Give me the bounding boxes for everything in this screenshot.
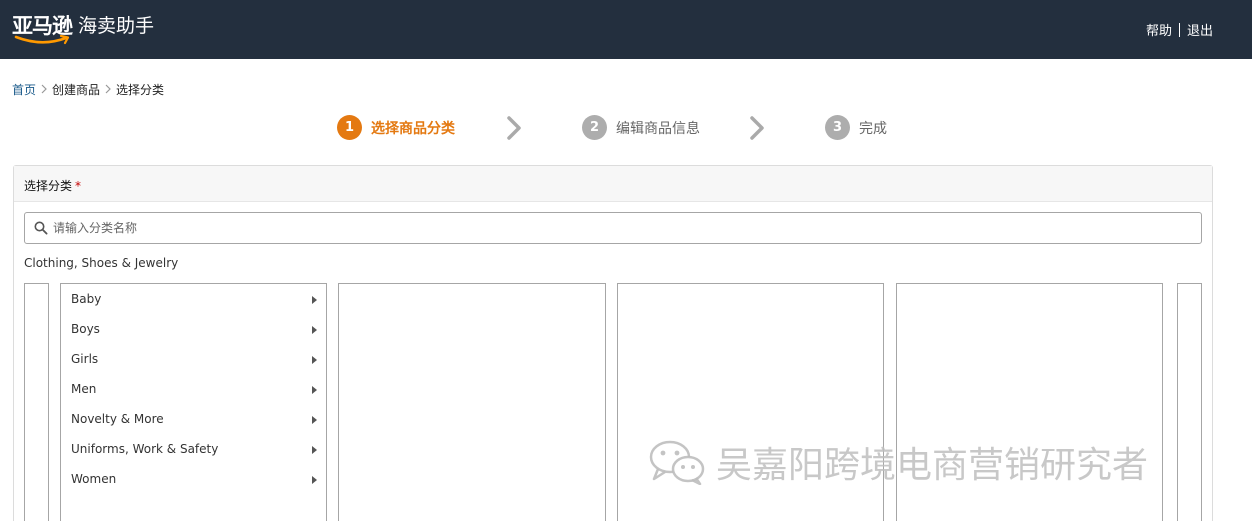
category-item-boys[interactable]: Boys: [61, 317, 326, 347]
breadcrumb-home[interactable]: 首页: [12, 81, 36, 98]
panel-title: 选择分类: [24, 179, 73, 193]
breadcrumb-create-product[interactable]: 创建商品: [52, 81, 100, 98]
category-column-left-stub[interactable]: [24, 283, 49, 521]
wechat-icon: [649, 440, 705, 485]
required-mark: *: [75, 179, 82, 193]
category-item-girls[interactable]: Girls: [61, 347, 326, 377]
selected-category-path: Clothing, Shoes & Jewelry: [24, 256, 179, 270]
step-edit-info: 2 编辑商品信息: [582, 115, 700, 140]
panel-header: 选择分类 *: [14, 166, 1212, 202]
category-label: Baby: [71, 292, 102, 306]
category-item-uniforms[interactable]: Uniforms, Work & Safety: [61, 437, 326, 467]
step-complete: 3 完成: [825, 115, 887, 140]
breadcrumb: 首页 创建商品 选择分类: [12, 81, 164, 98]
top-links: 帮助 退出: [1146, 20, 1213, 39]
category-item-baby[interactable]: Baby: [61, 287, 326, 317]
step-select-category: 1 选择商品分类: [337, 115, 455, 140]
caret-right-icon: [312, 356, 317, 364]
link-divider: [1178, 22, 1180, 37]
category-search[interactable]: [24, 212, 1202, 244]
chevron-right-icon: [507, 116, 521, 140]
category-item-women[interactable]: Women: [61, 467, 326, 497]
category-column-1[interactable]: Baby Boys Girls Men Novelty & More Unifo…: [60, 283, 327, 521]
top-navbar: 亚马逊 海卖助手 帮助 退出: [0, 0, 1252, 59]
category-item-novelty[interactable]: Novelty & More: [61, 407, 326, 437]
wizard-steps: 1 选择商品分类 2 编辑商品信息 3 完成: [0, 113, 1252, 141]
category-label: Girls: [71, 352, 99, 366]
category-label: Men: [71, 382, 97, 396]
category-column-right-stub[interactable]: [1177, 283, 1202, 521]
caret-right-icon: [312, 416, 317, 424]
category-label: Boys: [71, 322, 100, 336]
watermark: 吴嘉阳跨境电商营销研究者: [648, 436, 1148, 488]
watermark-text: 吴嘉阳跨境电商营销研究者: [716, 445, 1149, 486]
caret-right-icon: [312, 326, 317, 334]
category-label: Uniforms, Work & Safety: [71, 442, 219, 456]
caret-right-icon: [312, 446, 317, 454]
category-label: Novelty & More: [71, 412, 164, 426]
chevron-right-icon: [750, 116, 764, 140]
step-number: 2: [582, 115, 607, 140]
logout-link[interactable]: 退出: [1187, 20, 1213, 39]
search-icon: [34, 221, 48, 235]
help-link[interactable]: 帮助: [1146, 20, 1172, 39]
step-label: 选择商品分类: [371, 120, 455, 137]
caret-right-icon: [312, 296, 317, 304]
chevron-right-icon: [100, 83, 116, 97]
search-input[interactable]: [53, 213, 1193, 243]
step-number: 1: [337, 115, 362, 140]
step-number: 3: [825, 115, 850, 140]
caret-right-icon: [312, 386, 317, 394]
amazon-smile-icon: [14, 34, 70, 45]
breadcrumb-select-category: 选择分类: [116, 83, 165, 97]
caret-right-icon: [312, 476, 317, 484]
category-label: Women: [71, 472, 117, 486]
category-list: Baby Boys Girls Men Novelty & More Unifo…: [61, 284, 326, 497]
logo-sub-text: 海卖助手: [78, 15, 155, 37]
category-column-2[interactable]: [338, 283, 606, 521]
step-label: 编辑商品信息: [616, 120, 700, 137]
step-label: 完成: [859, 120, 887, 137]
chevron-right-icon: [36, 83, 52, 97]
category-item-men[interactable]: Men: [61, 377, 326, 407]
